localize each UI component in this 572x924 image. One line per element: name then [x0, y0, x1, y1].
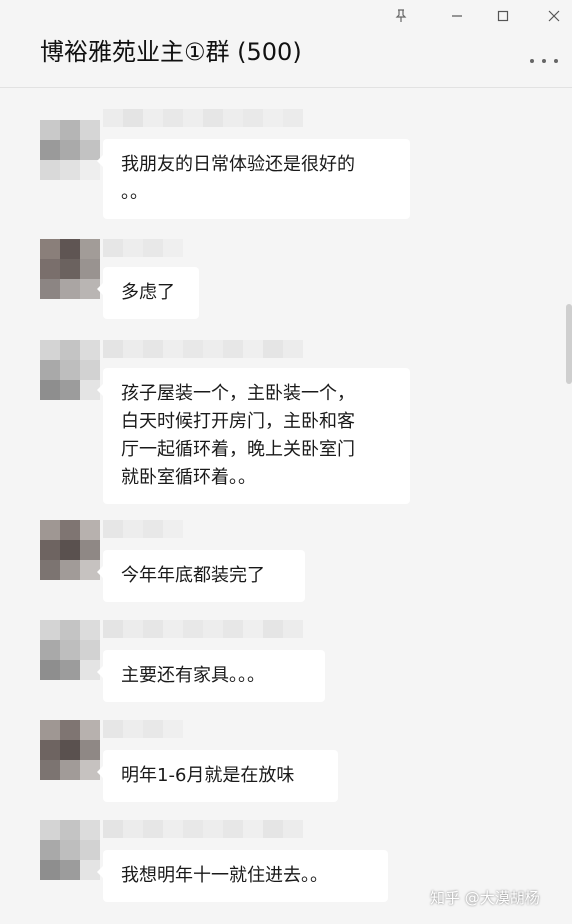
message-bubble[interactable]: 主要还有家具。。。	[97, 650, 325, 702]
message-text: 孩子屋装一个，主卧装一个， 白天时候打开房门，主卧和客 厅一起循环着，晚上关卧室…	[121, 383, 355, 488]
maximize-icon[interactable]	[491, 4, 515, 28]
message-list[interactable]: 我朋友的日常体验还是很好的 。。 多虑了 孩子屋装一个，主卧装一个， 白天时候打…	[0, 89, 572, 924]
sender-name	[103, 720, 183, 738]
more-options-icon[interactable]	[530, 54, 558, 68]
avatar[interactable]	[40, 239, 100, 299]
sender-name	[103, 520, 183, 538]
sender-name	[103, 820, 303, 838]
message-text: 我想明年十一就住进去。。	[121, 865, 328, 886]
sender-name	[103, 109, 303, 127]
message-text: 明年1-6月就是在放味	[121, 765, 295, 786]
message-bubble[interactable]: 我朋友的日常体验还是很好的 。。	[97, 139, 410, 219]
avatar[interactable]	[40, 120, 100, 180]
pin-icon[interactable]	[389, 4, 413, 28]
message-bubble[interactable]: 孩子屋装一个，主卧装一个， 白天时候打开房门，主卧和客 厅一起循环着，晚上关卧室…	[97, 368, 410, 504]
scrollbar[interactable]	[566, 304, 572, 384]
chat-title: 博裕雅苑业主①群 (500)	[40, 38, 302, 66]
sender-name	[103, 239, 183, 257]
message-bubble[interactable]: 明年1-6月就是在放味	[97, 750, 338, 802]
avatar[interactable]	[40, 820, 100, 880]
message-bubble[interactable]: 今年年底都装完了	[97, 550, 305, 602]
avatar[interactable]	[40, 620, 100, 680]
message-text: 我朋友的日常体验还是很好的 。。	[121, 154, 355, 203]
watermark: 知乎 @大漠胡杨	[430, 889, 540, 907]
avatar[interactable]	[40, 520, 100, 580]
message-text: 今年年底都装完了	[121, 565, 265, 586]
close-icon[interactable]	[542, 4, 566, 28]
message-bubble[interactable]: 多虑了	[97, 267, 199, 319]
avatar[interactable]	[40, 340, 100, 400]
message-text: 多虑了	[121, 282, 175, 303]
minimize-icon[interactable]	[445, 4, 469, 28]
message-bubble[interactable]: 我想明年十一就住进去。。	[97, 850, 388, 902]
sender-name	[103, 620, 303, 638]
message-text: 主要还有家具。。。	[121, 665, 265, 686]
sender-name	[103, 340, 303, 358]
title-bar: 博裕雅苑业主①群 (500)	[0, 0, 572, 88]
avatar[interactable]	[40, 720, 100, 780]
